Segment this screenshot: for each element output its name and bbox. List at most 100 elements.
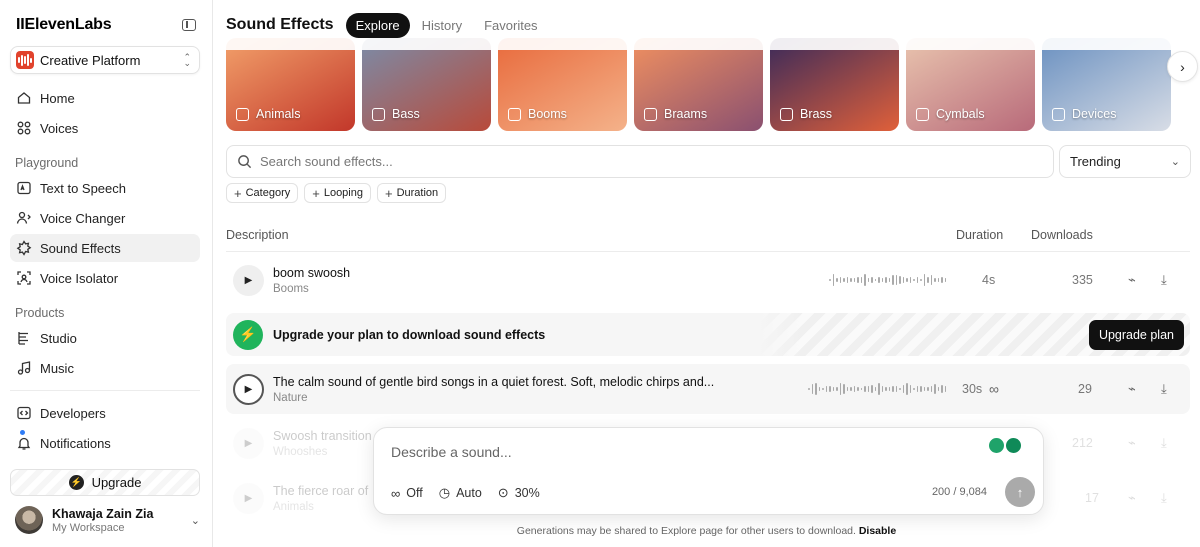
- user-name: Khawaja Zain Zia: [52, 506, 154, 521]
- composer-options: ∞ Off ◷ Auto ⊙ 30%: [391, 485, 540, 501]
- sidebar-item-developers[interactable]: Developers: [10, 399, 200, 427]
- category-label-text: Animals: [256, 107, 301, 121]
- row-category: Nature: [273, 391, 308, 404]
- sidebar-item-voices[interactable]: Voices: [10, 114, 200, 142]
- play-button[interactable]: ▶: [233, 427, 264, 459]
- waveform: [808, 382, 946, 396]
- filter-duration-chip[interactable]: + Duration: [376, 183, 447, 203]
- sidebar-item-voice-changer[interactable]: Voice Changer: [10, 204, 200, 232]
- play-button[interactable]: ▶: [233, 373, 264, 405]
- sidebar-item-voice-isolator[interactable]: Voice Isolator: [10, 264, 200, 292]
- category-label: Braams: [644, 107, 707, 121]
- sidebar-item-studio[interactable]: Studio: [10, 324, 200, 352]
- notification-dot: [20, 430, 25, 435]
- describe-sound-input[interactable]: Describe a sound...: [391, 444, 512, 460]
- remix-icon[interactable]: ⌁: [1128, 490, 1136, 506]
- main-content: Sound Effects Explore History Favorites …: [213, 0, 1200, 547]
- download-icon[interactable]: ⤓: [1161, 381, 1167, 397]
- chip-label: Category: [245, 187, 291, 199]
- duration-toggle[interactable]: ◷ Auto: [439, 485, 482, 501]
- category-label-text: Devices: [1072, 107, 1117, 121]
- workspace-switcher[interactable]: Creative Platform ⌃ ⌄: [10, 46, 200, 74]
- search-icon: [238, 155, 252, 169]
- sort-select[interactable]: Trending ⌄: [1059, 145, 1191, 178]
- sidebar-toggle-icon[interactable]: [182, 19, 196, 31]
- loop-icon: ∞: [391, 485, 401, 501]
- tab-explore[interactable]: Explore: [345, 12, 410, 38]
- search-placeholder: Search sound effects...: [260, 154, 393, 169]
- section-label-playground: Playground: [15, 156, 79, 170]
- tab-favorites[interactable]: Favorites: [474, 13, 547, 38]
- workspace-logo-icon: [16, 51, 34, 69]
- arrow-up-icon: ↑: [1016, 484, 1024, 500]
- disable-link[interactable]: Disable: [859, 525, 896, 537]
- sidebar-item-music[interactable]: Music: [10, 354, 200, 382]
- bell-icon: [16, 435, 32, 451]
- loop-toggle[interactable]: ∞ Off: [391, 485, 423, 501]
- remix-icon[interactable]: ⌁: [1128, 272, 1136, 288]
- footer-text: Generations may be shared to Explore pag…: [516, 525, 856, 537]
- upgrade-plan-button[interactable]: Upgrade plan: [1088, 320, 1184, 350]
- voice-changer-icon: [16, 210, 32, 226]
- filter-looping-chip[interactable]: + Looping: [304, 183, 371, 203]
- category-card-cymbals[interactable]: Cymbals: [906, 38, 1035, 131]
- sidebar-item-label: Music: [40, 360, 74, 376]
- play-button[interactable]: ▶: [233, 264, 264, 296]
- table-row[interactable]: ▶ boom swoosh Booms 4s 335 ⌁ ⤓: [226, 255, 1190, 305]
- upgrade-button[interactable]: ⚡ Upgrade: [10, 469, 200, 496]
- braams-icon: [644, 107, 657, 121]
- carousel-next-button[interactable]: ›: [1167, 51, 1198, 82]
- voices-grid-icon: [16, 120, 32, 136]
- cymbals-icon: [916, 107, 929, 121]
- brand-logo[interactable]: IIElevenLabs: [16, 16, 112, 34]
- search-input[interactable]: Search sound effects...: [226, 145, 1054, 178]
- chip-label: Duration: [396, 187, 439, 199]
- sidebar-item-label: Voice Changer: [40, 210, 126, 226]
- sidebar-item-label: Text to Speech: [40, 180, 126, 196]
- sidebar-item-text-to-speech[interactable]: Text to Speech: [10, 174, 200, 202]
- remix-icon[interactable]: ⌁: [1128, 381, 1136, 397]
- category-label: Animals: [236, 107, 300, 121]
- category-card-brass[interactable]: Brass: [770, 38, 899, 131]
- influence-toggle[interactable]: ⊙ 30%: [498, 485, 540, 501]
- chip-label: Looping: [323, 187, 363, 199]
- home-icon: [16, 90, 32, 106]
- section-label-products: Products: [15, 306, 65, 320]
- category-card-bass[interactable]: Bass: [362, 38, 491, 131]
- category-card-booms[interactable]: Booms: [498, 38, 627, 131]
- chevron-down-icon: ⌄: [1170, 156, 1180, 168]
- row-downloads: 335: [1072, 273, 1093, 287]
- row-duration: 4s: [982, 273, 996, 287]
- user-menu[interactable]: Khawaja Zain Zia My Workspace ⌄: [15, 506, 200, 534]
- table-row[interactable]: ▶ The calm sound of gentle bird songs in…: [226, 364, 1190, 414]
- category-card-animals[interactable]: Animals: [226, 38, 355, 131]
- download-icon[interactable]: ⤓: [1161, 435, 1167, 451]
- page-header: Sound Effects Explore History Favorites: [213, 0, 1200, 50]
- row-category: Whooshes: [273, 445, 328, 458]
- tab-history[interactable]: History: [412, 13, 472, 38]
- clock-icon: ◷: [438, 485, 451, 500]
- download-icon[interactable]: ⤓: [1161, 490, 1167, 506]
- sidebar-item-notifications[interactable]: Notifications: [10, 429, 200, 457]
- category-card-braams[interactable]: Braams: [634, 38, 763, 131]
- bolt-icon: ⚡: [233, 319, 263, 350]
- filter-category-chip[interactable]: + Category: [226, 183, 299, 203]
- bass-icon: [372, 107, 385, 121]
- category-label-text: Braams: [664, 107, 708, 121]
- sidebar-item-label: Sound Effects: [40, 240, 121, 256]
- brass-icon: [780, 107, 793, 121]
- send-button[interactable]: ↑: [1005, 477, 1035, 507]
- sound-composer: Describe a sound... ∞ Off ◷ Auto ⊙ 30% 200 …: [373, 427, 1044, 515]
- sidebar-item-label: Voices: [40, 120, 79, 136]
- row-title: The fierce roar of: [273, 483, 369, 498]
- sidebar-item-sound-effects[interactable]: Sound Effects: [10, 234, 200, 262]
- remix-icon[interactable]: ⌁: [1128, 435, 1136, 451]
- upgrade-label: Upgrade: [91, 475, 142, 490]
- animals-icon: [236, 107, 249, 121]
- category-card-devices[interactable]: Devices: [1042, 38, 1171, 131]
- download-icon[interactable]: ⤓: [1161, 272, 1167, 288]
- plus-icon: +: [234, 185, 242, 201]
- sidebar-item-home[interactable]: Home: [10, 84, 200, 112]
- plus-icon: +: [312, 185, 320, 201]
- play-button[interactable]: ▶: [233, 482, 264, 514]
